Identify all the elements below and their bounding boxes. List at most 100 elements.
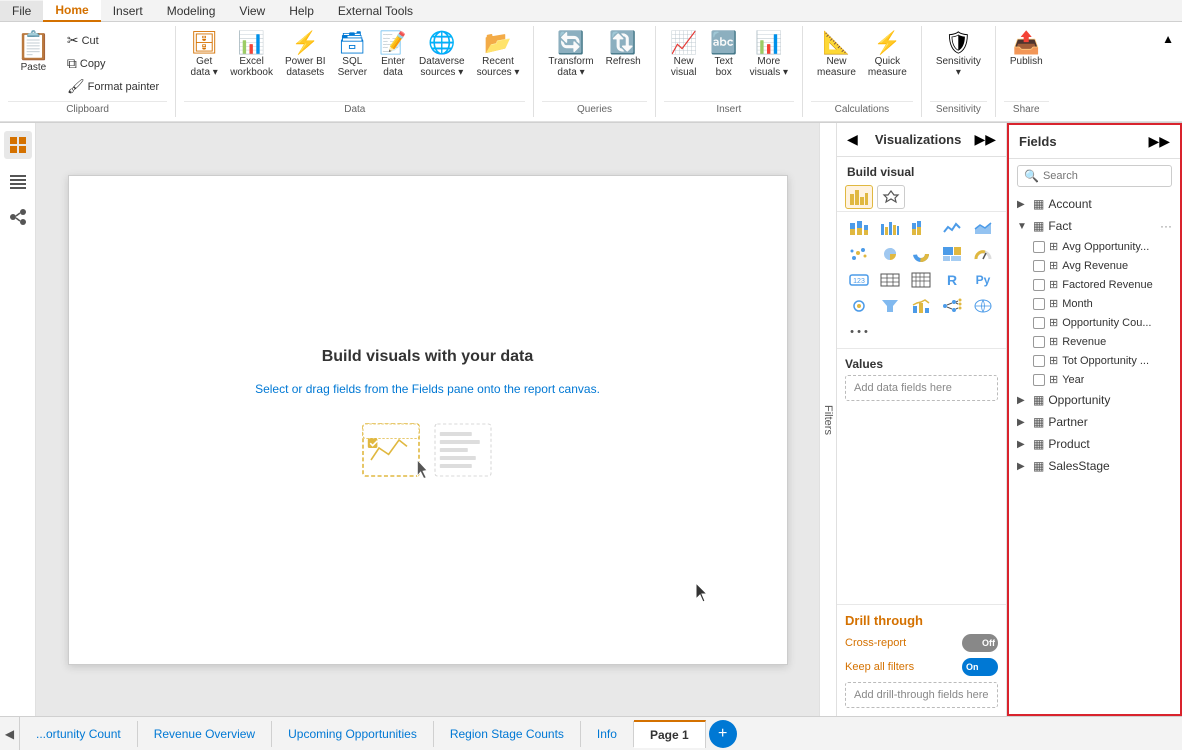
fields-group-product: ▶ ▦ Product	[1009, 433, 1180, 455]
viz-r-script[interactable]: R	[938, 268, 966, 292]
fields-expand-btn[interactable]: ▶▶	[1148, 133, 1170, 150]
fields-search-input[interactable]	[1043, 170, 1165, 182]
viz-scatter[interactable]	[845, 242, 873, 266]
menu-view[interactable]: View	[227, 1, 277, 21]
factored-revenue-checkbox[interactable]	[1033, 279, 1045, 291]
viz-bar-chart-selected[interactable]	[845, 185, 873, 209]
quick-measure-button[interactable]: ⚡ Quickmeasure	[862, 28, 913, 82]
sensitivity-button[interactable]: 🛡 Sensitivity▾	[930, 28, 987, 82]
menu-external-tools[interactable]: External Tools	[326, 1, 425, 21]
salesstage-group-name: SalesStage	[1048, 459, 1172, 473]
text-box-button[interactable]: 🔤 Textbox	[704, 28, 744, 82]
viz-python[interactable]: Py	[969, 268, 997, 292]
month-checkbox[interactable]	[1033, 298, 1045, 310]
menu-home[interactable]: Home	[43, 0, 100, 22]
fields-item-avg-opportunity[interactable]: ⊞ Avg Opportunity...	[1009, 237, 1180, 256]
menu-insert[interactable]: Insert	[101, 1, 155, 21]
tab-opportunity-count[interactable]: ...ortunity Count	[20, 721, 138, 747]
viz-100-bar[interactable]	[907, 216, 935, 240]
format-painter-button[interactable]: 🖌 Format painter	[63, 76, 163, 97]
revenue-checkbox[interactable]	[1033, 336, 1045, 348]
publish-button[interactable]: 📤 Publish	[1004, 28, 1049, 71]
tab-scroll-left[interactable]: ◀	[0, 717, 20, 750]
viz-matrix[interactable]	[907, 268, 935, 292]
add-page-button[interactable]: +	[709, 720, 737, 748]
viz-map[interactable]	[969, 294, 997, 318]
fields-item-opportunity-count[interactable]: ⊞ Opportunity Cou...	[1009, 313, 1180, 332]
tab-region-stage-counts[interactable]: Region Stage Counts	[434, 721, 581, 747]
viz-card[interactable]: 123	[845, 268, 873, 292]
opportunity-count-checkbox[interactable]	[1033, 317, 1045, 329]
report-canvas[interactable]: Build visuals with your data Select or d…	[68, 175, 788, 665]
tot-opportunity-checkbox[interactable]	[1033, 355, 1045, 367]
fields-search-box[interactable]: 🔍	[1017, 165, 1172, 187]
values-drop-zone[interactable]: Add data fields here	[845, 375, 998, 401]
fields-group-partner-header[interactable]: ▶ ▦ Partner	[1009, 411, 1180, 433]
enter-data-button[interactable]: 📝 Enterdata	[373, 28, 413, 82]
menu-help[interactable]: Help	[277, 1, 326, 21]
more-visuals-button[interactable]: 📊 Morevisuals ▾	[744, 28, 794, 82]
paste-button[interactable]: 📋 Paste	[8, 28, 59, 77]
viz-key-influencer[interactable]	[845, 294, 873, 318]
viz-panel-expand-btn[interactable]: ▶▶	[974, 131, 996, 148]
power-bi-datasets-button[interactable]: ⚡ Power BIdatasets	[279, 28, 332, 82]
tab-upcoming-opportunities[interactable]: Upcoming Opportunities	[272, 721, 434, 747]
tab-page-1[interactable]: Page 1	[634, 720, 706, 748]
fact-more-icon[interactable]: ···	[1160, 219, 1172, 233]
recent-sources-button[interactable]: 📂 Recentsources ▾	[471, 28, 526, 82]
keep-filters-toggle[interactable]: On	[962, 658, 998, 676]
viz-stacked-bar[interactable]	[845, 216, 873, 240]
fields-group-account-header[interactable]: ▶ ▦ Account	[1009, 193, 1180, 215]
viz-decomp-tree[interactable]	[938, 294, 966, 318]
fields-group-product-header[interactable]: ▶ ▦ Product	[1009, 433, 1180, 455]
copy-button[interactable]: ⧉ Copy	[63, 53, 163, 74]
avg-opportunity-checkbox[interactable]	[1033, 241, 1045, 253]
viz-format-visual[interactable]	[877, 185, 905, 209]
fields-item-factored-revenue[interactable]: ⊞ Factored Revenue	[1009, 275, 1180, 294]
fields-item-year[interactable]: ⊞ Year	[1009, 370, 1180, 389]
viz-combo[interactable]	[907, 294, 935, 318]
viz-line-chart[interactable]	[938, 216, 966, 240]
avg-revenue-checkbox[interactable]	[1033, 260, 1045, 272]
viz-clustered-bar[interactable]	[876, 216, 904, 240]
tab-info[interactable]: Info	[581, 721, 634, 747]
fields-item-tot-opportunity[interactable]: ⊞ Tot Opportunity ...	[1009, 351, 1180, 370]
viz-more[interactable]: • • •	[845, 320, 873, 344]
fields-item-avg-revenue[interactable]: ⊞ Avg Revenue	[1009, 256, 1180, 275]
excel-workbook-button[interactable]: 📊 Excelworkbook	[224, 28, 279, 82]
sql-server-button[interactable]: 🗃 SQLServer	[332, 28, 373, 82]
viz-funnel[interactable]	[876, 294, 904, 318]
fields-item-month[interactable]: ⊞ Month	[1009, 294, 1180, 313]
fields-group-salesstage-header[interactable]: ▶ ▦ SalesStage	[1009, 455, 1180, 477]
fields-group-fact-header[interactable]: ▼ ▦ Fact ···	[1009, 215, 1180, 237]
report-view-btn[interactable]	[4, 131, 32, 159]
menu-modeling[interactable]: Modeling	[155, 1, 228, 21]
ribbon-collapse-btn[interactable]: ▲	[1158, 30, 1178, 48]
model-view-btn[interactable]	[4, 203, 32, 231]
menu-file[interactable]: File	[0, 1, 43, 21]
fields-group-opportunity-header[interactable]: ▶ ▦ Opportunity	[1009, 389, 1180, 411]
cross-report-toggle[interactable]: Off	[962, 634, 998, 652]
transform-data-button[interactable]: 🔄 Transformdata ▾	[542, 28, 599, 82]
viz-treemap[interactable]	[938, 242, 966, 266]
new-visual-button[interactable]: 📈 Newvisual	[664, 28, 704, 82]
fields-item-revenue[interactable]: ⊞ Revenue	[1009, 332, 1180, 351]
viz-table[interactable]	[876, 268, 904, 292]
cut-button[interactable]: ✂ Cut	[63, 30, 163, 51]
publish-icon: 📤	[1013, 32, 1040, 54]
fields-group-opportunity: ▶ ▦ Opportunity	[1009, 389, 1180, 411]
viz-gauge[interactable]	[969, 242, 997, 266]
viz-panel-collapse-btn[interactable]: ◀	[847, 131, 858, 148]
drill-drop-zone[interactable]: Add drill-through fields here	[845, 682, 998, 708]
filters-panel[interactable]: Filters	[819, 123, 837, 716]
get-data-button[interactable]: 🗄 Getdata ▾	[184, 28, 224, 82]
refresh-button[interactable]: 🔃 Refresh	[600, 28, 647, 71]
viz-area-chart[interactable]	[969, 216, 997, 240]
year-checkbox[interactable]	[1033, 374, 1045, 386]
viz-pie[interactable]	[876, 242, 904, 266]
viz-donut[interactable]	[907, 242, 935, 266]
dataverse-button[interactable]: 🌐 Dataversesources ▾	[413, 28, 471, 82]
tab-revenue-overview[interactable]: Revenue Overview	[138, 721, 272, 747]
data-view-btn[interactable]	[4, 167, 32, 195]
new-measure-button[interactable]: 📐 Newmeasure	[811, 28, 862, 82]
